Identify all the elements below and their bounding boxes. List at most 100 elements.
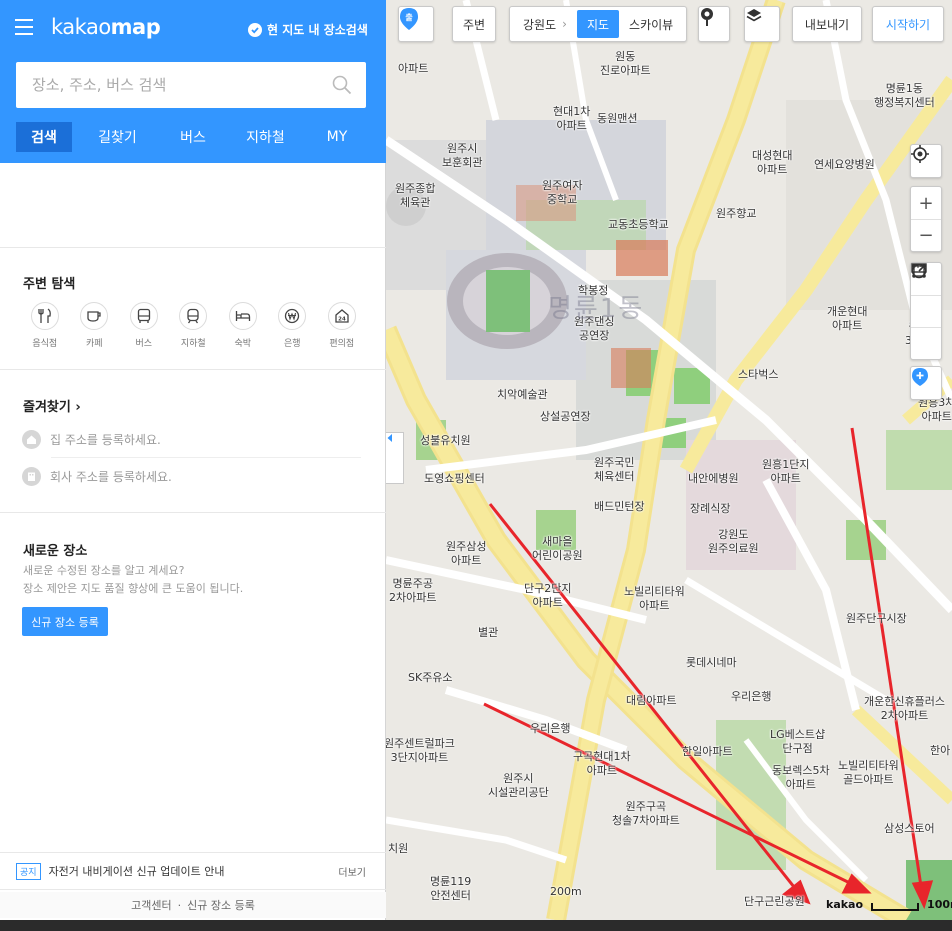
map-place-label[interactable]: 롯데시네마 (686, 656, 737, 670)
tab-search[interactable]: 검색 (16, 122, 72, 152)
roadview-button[interactable] (698, 6, 730, 42)
map-place-label[interactable]: 우리은행 (731, 690, 771, 704)
map-place-label[interactable]: 대성현대 아파트 (752, 149, 792, 177)
map-place-label[interactable]: 원주여자 중학교 (542, 179, 582, 207)
map-place-label[interactable]: 배드민턴장 (594, 500, 645, 514)
map-place-label[interactable]: SK주유소 (408, 671, 453, 685)
zoom-in-button[interactable]: + (911, 187, 941, 219)
map-place-label[interactable]: 개운현대 아파트 (827, 305, 867, 333)
hamburger-menu-icon[interactable] (15, 19, 33, 35)
favorite-home[interactable]: 집 주소를 등록하세요. (22, 430, 362, 449)
map-place-label[interactable]: 개운한신휴플러스 2차아파트 (864, 695, 945, 723)
map-place-label[interactable]: 구곡현대1차 아파트 (573, 750, 631, 778)
add-place-button[interactable] (911, 367, 941, 399)
my-location-button[interactable] (911, 145, 941, 177)
map-place-label[interactable]: 원흥1단지 아파트 (762, 458, 809, 486)
map-place-label[interactable]: 아파트 (398, 62, 428, 76)
map-place-label[interactable]: 동원맨션 (597, 112, 637, 126)
map-place-label[interactable]: 명륜1동 행정복지센터 (874, 82, 935, 110)
tab-my[interactable]: MY (308, 122, 366, 152)
map-place-label[interactable]: 치원 (388, 842, 408, 856)
map-place-label[interactable]: 단구2단지 아파트 (524, 582, 571, 610)
map-place-label[interactable]: 노빌리티타워 골드아파트 (838, 759, 899, 787)
start-point-button[interactable]: 출 (398, 6, 434, 42)
map-place-label[interactable]: 연세요양병원 (814, 158, 875, 172)
map-place-label[interactable]: 명륜119 안전센터 (430, 875, 471, 903)
map-place-label[interactable]: 원주국민 체육센터 (594, 456, 634, 484)
new-place-desc: 새로운 수정된 장소를 알고 계세요? 장소 제안은 지도 품질 향상에 큰 도… (23, 564, 244, 595)
map-place-label[interactable]: LG베스트샵 단구점 (770, 728, 825, 756)
map-place-label[interactable]: 한아 (930, 744, 950, 758)
map-place-label[interactable]: 명륜주공 2차아파트 (389, 577, 436, 605)
map-place-label[interactable]: 삼성스토어 (884, 822, 935, 836)
map-place-label[interactable]: 도영쇼핑센터 (424, 472, 485, 486)
category-subway[interactable]: 지하철 (169, 302, 219, 349)
map-place-label[interactable]: 한일아파트 (682, 745, 733, 759)
category-bank[interactable]: 은행 (268, 302, 318, 349)
notice-text[interactable]: 자전거 내비게이션 신규 업데이트 안내 (49, 863, 225, 879)
nearby-button[interactable]: 주변 (452, 6, 496, 42)
register-place-button[interactable]: 신규 장소 등록 (22, 607, 108, 636)
category-lodging[interactable]: 숙박 (218, 302, 268, 349)
map-place-label[interactable]: 원동 진로아파트 (600, 50, 651, 78)
layers-button[interactable] (744, 6, 780, 42)
map-type-map[interactable]: 지도 (576, 10, 620, 38)
sidebar-tabs: 검색 길찾기 버스 지하철 MY (16, 122, 366, 152)
radius-button[interactable] (911, 263, 941, 359)
map-place-label[interactable]: 치악예술관 (497, 388, 548, 402)
map-place-label[interactable]: 성불유치원 (420, 434, 471, 448)
map-place-label[interactable]: 원흥3차 아파트 (918, 396, 952, 424)
sidebar-collapse-button[interactable] (386, 432, 404, 484)
category-convenience-store[interactable]: 24 편의점 (317, 302, 367, 349)
map-place-label[interactable]: 원주구곡 청솔7차아파트 (612, 800, 680, 828)
scale-text: 100m (927, 898, 952, 911)
search-input[interactable] (16, 62, 316, 108)
bus-icon (129, 302, 158, 330)
favorites-title[interactable]: 즐겨찾기 › (23, 396, 81, 415)
map-place-label[interactable]: 강원도 원주의료원 (708, 528, 759, 556)
new-place-title: 새로운 장소 (23, 544, 88, 559)
tab-directions[interactable]: 길찾기 (72, 122, 163, 152)
area-search-button[interactable]: 현 지도 내 장소검색 (248, 21, 368, 38)
map-type-skyview[interactable]: 스카이뷰 (619, 10, 683, 38)
support-link[interactable]: 고객센터 (131, 897, 171, 913)
map-place-label[interactable]: 원주센트럴파크 3단지아파트 (386, 737, 455, 765)
zoom-out-button[interactable]: − (911, 219, 941, 251)
map-place-label[interactable]: 내안에병원 (688, 472, 739, 486)
map-place-label[interactable]: 동보렉스5차 아파트 (772, 764, 830, 792)
map-place-label[interactable]: 교동초등학교 (608, 218, 669, 232)
map-place-label[interactable]: 스타벅스 (738, 368, 778, 382)
map-place-label[interactable]: 현대1차 아파트 (553, 105, 590, 133)
notice-more-link[interactable]: 더보기 (338, 864, 366, 879)
map-place-label[interactable]: 노빌리티타워 아파트 (624, 585, 685, 613)
search-icon[interactable] (332, 75, 352, 98)
map-place-label[interactable]: 단구근린공원 (744, 895, 805, 909)
map-place-label[interactable]: 상설공연장 (540, 410, 591, 424)
map-place-label[interactable]: 별관 (478, 626, 498, 640)
map-place-label[interactable]: 원주시 시설관리공단 (488, 772, 549, 800)
map-place-label[interactable]: 200m (550, 885, 582, 899)
notice-bar[interactable]: 공지 자전거 내비게이션 신규 업데이트 안내 더보기 (0, 852, 386, 890)
map-place-label[interactable]: 원주시 보훈회관 (442, 142, 482, 170)
map-place-label[interactable]: 원주향교 (716, 207, 756, 221)
footer-register-link[interactable]: 신규 장소 등록 (187, 897, 255, 913)
map-place-label[interactable]: 새마을 어린이공원 (532, 535, 583, 563)
tab-subway[interactable]: 지하철 (223, 122, 308, 152)
category-cafe[interactable]: 카페 (70, 302, 120, 349)
area-measure-button[interactable] (911, 264, 941, 327)
map-place-label[interactable]: 장례식장 (690, 502, 730, 516)
category-restaurant[interactable]: 음식점 (20, 302, 70, 349)
category-bus[interactable]: 버스 (119, 302, 169, 349)
map-place-label[interactable]: 원주삼성 아파트 (446, 540, 486, 568)
map-place-label[interactable]: 원주단구시장 (846, 612, 907, 626)
tab-bus[interactable]: 버스 (163, 122, 223, 152)
start-guide-button[interactable]: 시작하기 (872, 6, 944, 42)
map-place-label[interactable]: 대림아파트 (626, 694, 677, 708)
export-button[interactable]: 내보내기 (792, 6, 862, 42)
map-place-label[interactable]: 우리은행 (530, 722, 570, 736)
map-place-label[interactable]: 원주종합 체육관 (395, 182, 435, 210)
kakaomap-logo[interactable]: kakaomap (51, 15, 161, 39)
favorite-work[interactable]: 회사 주소를 등록하세요. (22, 467, 362, 486)
map-canvas[interactable]: 아파트 원동 진로아파트명륜1동 행정복지센터현대1차 아파트 동원맨션원주시 보훈… (386, 0, 952, 920)
region-selector[interactable]: 강원도 › (513, 10, 577, 38)
